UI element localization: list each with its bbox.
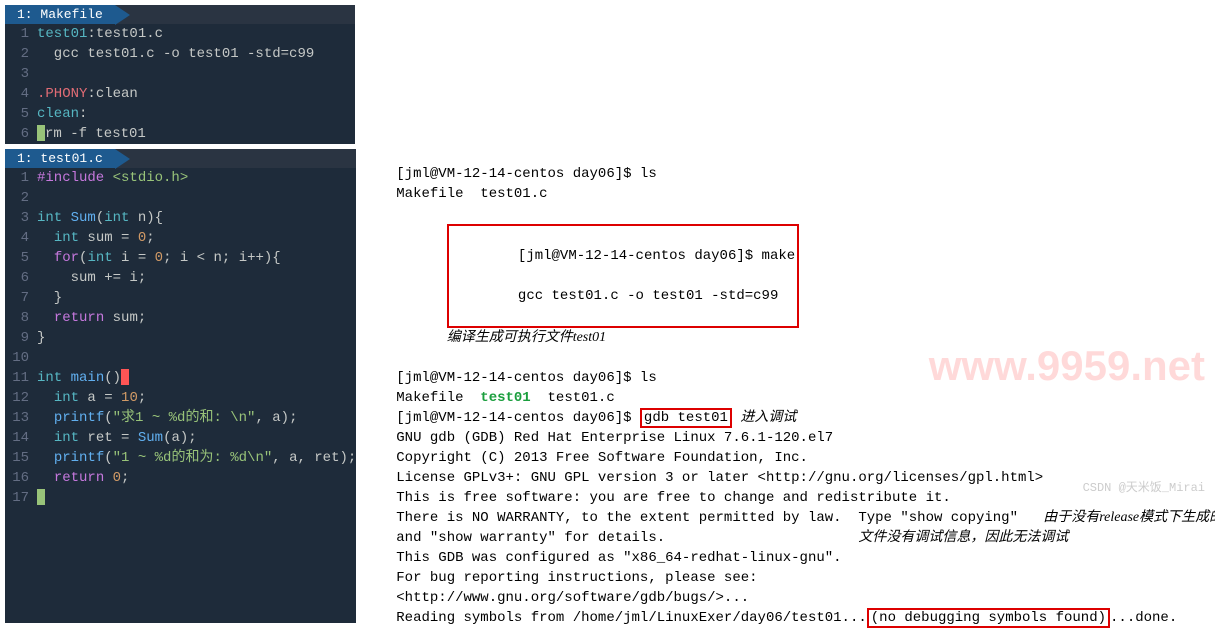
tab-test01c[interactable]: 1: test01.c bbox=[5, 149, 115, 168]
note-debug: 进入调试 bbox=[740, 410, 796, 425]
term-line: <http://www.gnu.org/software/gdb/bugs/>.… bbox=[396, 588, 1215, 608]
tab-bar: 1: test01.c bbox=[5, 149, 356, 168]
term-line: [jml@VM-12-14-centos day06]$ ls bbox=[396, 368, 1215, 388]
term-line: [jml@VM-12-14-centos day06]$ make gcc te… bbox=[396, 204, 1215, 368]
no-debug-symbols: (no debugging symbols found) bbox=[867, 608, 1110, 628]
cmd-gdb: gdb test01 bbox=[640, 408, 732, 428]
term-line: There is NO WARRANTY, to the extent perm… bbox=[396, 508, 1215, 528]
code-body-1[interactable]: 1test01:test01.c2 gcc test01.c -o test01… bbox=[5, 24, 355, 144]
note-compile: 编译生成可执行文件test01 bbox=[447, 330, 606, 345]
term-line: This GDB was configured as "x86_64-redha… bbox=[396, 548, 1215, 568]
term-line: This is free software: you are free to c… bbox=[396, 488, 1215, 508]
term-line: Makefile test01 test01.c bbox=[396, 388, 1215, 408]
term-line: [jml@VM-12-14-centos day06]$ ls bbox=[396, 164, 1215, 184]
terminal-output[interactable]: [jml@VM-12-14-centos day06]$ ls Makefile… bbox=[396, 149, 1215, 628]
cmd-make: [jml@VM-12-14-centos day06]$ make bbox=[518, 248, 795, 264]
term-line: GNU gdb (GDB) Red Hat Enterprise Linux 7… bbox=[396, 428, 1215, 448]
note-release2: 文件没有调试信息，因此无法调试 bbox=[858, 530, 1068, 545]
term-line: Makefile test01.c bbox=[396, 184, 1215, 204]
note-release: 由于没有release模式下生成的二进制 bbox=[1043, 510, 1215, 525]
test01-c-editor: 1: test01.c 1#include <stdio.h>23int Sum… bbox=[5, 149, 356, 623]
term-line: and "show warranty" for details. 文件没有调试信… bbox=[396, 528, 1215, 548]
tab-bar: 1: Makefile bbox=[5, 5, 355, 24]
term-line: License GPLv3+: GNU GPL version 3 or lat… bbox=[396, 468, 1215, 488]
makefile-editor: 1: Makefile 1test01:test01.c2 gcc test01… bbox=[5, 5, 355, 144]
term-line: [jml@VM-12-14-centos day06]$ gdb test01 … bbox=[396, 408, 1215, 428]
term-line: Reading symbols from /home/jml/LinuxExer… bbox=[396, 608, 1215, 628]
executable-name: test01 bbox=[480, 390, 530, 406]
code-body-2[interactable]: 1#include <stdio.h>23int Sum(int n){4 in… bbox=[5, 168, 356, 508]
term-line: Copyright (C) 2013 Free Software Foundat… bbox=[396, 448, 1215, 468]
gcc-output: gcc test01.c -o test01 -std=c99 bbox=[518, 288, 778, 304]
term-line: For bug reporting instructions, please s… bbox=[396, 568, 1215, 588]
tab-makefile[interactable]: 1: Makefile bbox=[5, 5, 115, 24]
